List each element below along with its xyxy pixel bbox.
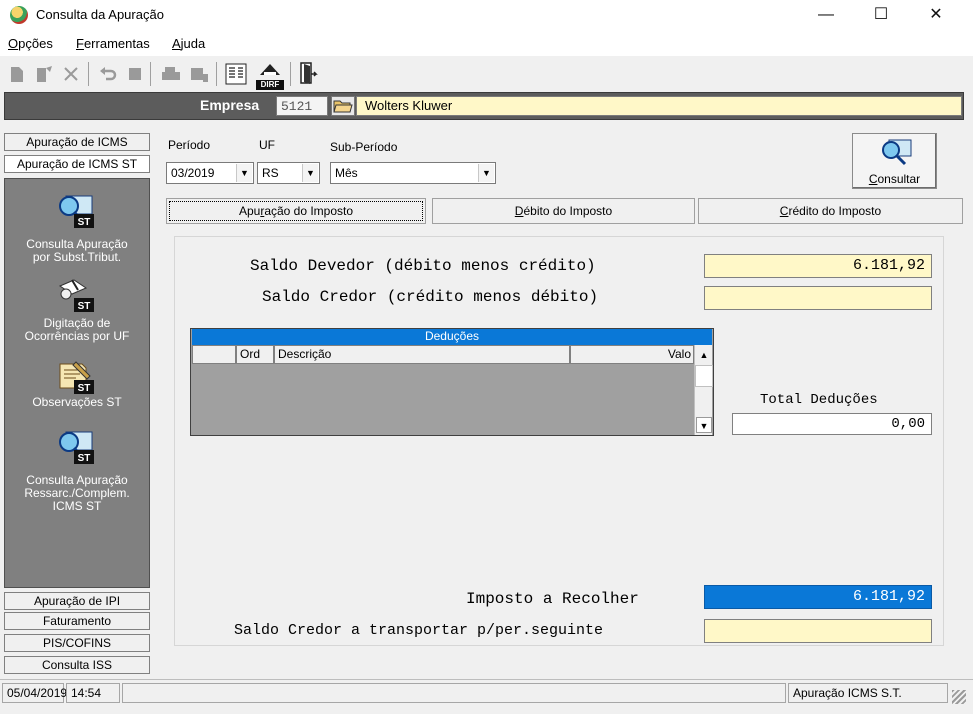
saldo-credor-field bbox=[704, 286, 932, 310]
chevron-down-icon[interactable]: ▼ bbox=[302, 164, 318, 182]
print-icon[interactable] bbox=[160, 64, 182, 84]
delete-icon[interactable] bbox=[62, 64, 80, 84]
open-folder-button[interactable] bbox=[331, 96, 355, 116]
imposto-recolher-field: 6.181,92 bbox=[704, 585, 932, 609]
sidebar-tab-consulta-iss[interactable]: Consulta ISS bbox=[4, 656, 150, 674]
exit-door-icon[interactable] bbox=[298, 60, 318, 86]
subperiodo-value: Mês bbox=[335, 166, 358, 180]
sidebar-item-observacoes[interactable]: Observações ST bbox=[4, 396, 150, 409]
uf-value: RS bbox=[262, 166, 279, 180]
saldo-devedor-label: Saldo Devedor (débito menos crédito) bbox=[250, 257, 596, 275]
stop-icon[interactable] bbox=[126, 64, 144, 84]
sidebar-item-caption: Ocorrências por UF bbox=[24, 329, 130, 343]
status-time: 14:54 bbox=[66, 683, 120, 703]
total-deducoes-field: 0,00 bbox=[732, 413, 932, 435]
sidebar-tab-apuracao-icms-st[interactable]: Apuração de ICMS ST bbox=[4, 155, 150, 173]
consultar-label: Consultar bbox=[868, 172, 921, 186]
chevron-down-icon[interactable]: ▼ bbox=[236, 164, 252, 182]
sidebar-tab-pis-cofins[interactable]: PIS/COFINS bbox=[4, 634, 150, 652]
chevron-down-icon[interactable]: ▼ bbox=[478, 164, 494, 182]
imposto-recolher-label: Imposto a Recolher bbox=[466, 590, 639, 608]
grid-header-indicator bbox=[192, 345, 236, 364]
subperiodo-select[interactable]: Mês ▼ bbox=[330, 162, 496, 184]
toolbar-separator bbox=[150, 62, 151, 86]
status-date: 05/04/2019 bbox=[2, 683, 67, 703]
uf-label: UF bbox=[259, 138, 275, 152]
dirf-label: DIRF bbox=[256, 80, 284, 90]
scroll-thumb[interactable] bbox=[695, 365, 713, 387]
st-badge-text: ST bbox=[78, 453, 91, 464]
periodo-label: Período bbox=[168, 138, 211, 152]
saldo-transportar-field bbox=[704, 619, 932, 643]
st-badge-text: ST bbox=[78, 301, 91, 312]
empresa-code-field[interactable]: 5121 bbox=[276, 96, 328, 116]
consult-ressarc-st-icon[interactable]: ST bbox=[56, 428, 96, 466]
minimize-button[interactable]: — bbox=[803, 0, 849, 30]
sidebar-tab-apuracao-ipi[interactable]: Apuração de IPI bbox=[4, 592, 150, 610]
sidebar-tab-faturamento[interactable]: Faturamento bbox=[4, 612, 150, 630]
sidebar-item-consulta-ressarc[interactable]: Consulta Apuração Ressarc./Complem. ICMS… bbox=[4, 474, 150, 513]
empresa-label: Empresa bbox=[200, 97, 260, 113]
preview-icon[interactable] bbox=[188, 64, 210, 84]
tab-apuracao-imposto[interactable]: Apuração do Imposto bbox=[166, 198, 426, 224]
subperiodo-label: Sub-Período bbox=[330, 140, 398, 154]
status-module: Apuração ICMS S.T. bbox=[788, 683, 948, 703]
tab-credito-imposto[interactable]: Crédito do Imposto bbox=[698, 198, 963, 224]
toolbar-separator bbox=[216, 62, 217, 86]
st-badge-text: ST bbox=[78, 383, 91, 394]
open-folder-icon bbox=[333, 100, 353, 113]
grid-header-valor[interactable]: Valo bbox=[570, 345, 694, 364]
app-icon bbox=[10, 6, 28, 24]
new-doc-icon[interactable] bbox=[8, 64, 26, 84]
menu-ajuda[interactable]: Ajuda bbox=[172, 36, 205, 51]
toolbar-separator bbox=[290, 62, 291, 86]
consult-st-icon[interactable]: ST bbox=[56, 192, 96, 230]
status-message bbox=[122, 683, 786, 703]
consult-icon bbox=[882, 139, 912, 166]
sidebar-item-caption: por Subst.Tribut. bbox=[32, 250, 122, 264]
st-badge-text: ST bbox=[78, 217, 91, 228]
grid-scrollbar[interactable]: ▲ ▼ bbox=[694, 345, 713, 435]
saldo-devedor-field: 6.181,92 bbox=[704, 254, 932, 278]
undo-icon[interactable] bbox=[98, 64, 118, 84]
tab-debito-imposto[interactable]: Débito do Imposto bbox=[432, 198, 695, 224]
periodo-select[interactable]: 03/2019 ▼ bbox=[166, 162, 254, 184]
dirf-roof-icon bbox=[260, 64, 280, 75]
menu-opcoes[interactable]: Opções bbox=[8, 36, 53, 51]
maximize-button[interactable]: ☐ bbox=[858, 0, 904, 30]
sidebar-tab-apuracao-icms[interactable]: Apuração de ICMS bbox=[4, 133, 150, 151]
toolbar-separator bbox=[88, 62, 89, 86]
periodo-value: 03/2019 bbox=[171, 166, 215, 180]
close-button[interactable]: ✕ bbox=[913, 0, 959, 30]
dirf-icon[interactable]: DIRF bbox=[256, 61, 284, 90]
saldo-credor-label: Saldo Credor (crédito menos débito) bbox=[262, 288, 599, 306]
sidebar-item-caption: Observações ST bbox=[32, 395, 122, 409]
saldo-transportar-label: Saldo Credor a transportar p/per.seguint… bbox=[234, 622, 604, 639]
report-icon[interactable] bbox=[224, 62, 250, 86]
scroll-up-icon[interactable]: ▲ bbox=[696, 347, 712, 363]
toolbar bbox=[0, 58, 973, 90]
menu-ferramentas[interactable]: Ferramentas bbox=[76, 36, 150, 51]
notes-st-icon[interactable]: ST bbox=[56, 358, 96, 396]
sidebar-item-digitacao[interactable]: Digitação de Ocorrências por UF bbox=[4, 317, 150, 343]
typing-st-icon[interactable]: ST bbox=[56, 276, 96, 314]
scroll-down-icon[interactable]: ▼ bbox=[696, 417, 712, 433]
window-title: Consulta da Apuração bbox=[36, 7, 164, 22]
sidebar-item-consulta-st[interactable]: Consulta Apuração por Subst.Tribut. bbox=[4, 238, 150, 264]
total-deducoes-label: Total Deduções bbox=[760, 392, 878, 408]
empresa-name-field: Wolters Kluwer bbox=[356, 96, 962, 116]
sidebar-item-caption: ICMS ST bbox=[52, 499, 102, 513]
uf-select[interactable]: RS ▼ bbox=[257, 162, 320, 184]
grid-header-descricao[interactable]: Descrição bbox=[274, 345, 570, 364]
edit-doc-icon[interactable] bbox=[34, 64, 54, 84]
grid-header-ord[interactable]: Ord bbox=[236, 345, 274, 364]
resize-grip[interactable] bbox=[952, 690, 966, 704]
deducoes-title: Deduções bbox=[192, 329, 712, 345]
consultar-button[interactable]: Consultar bbox=[852, 133, 937, 189]
